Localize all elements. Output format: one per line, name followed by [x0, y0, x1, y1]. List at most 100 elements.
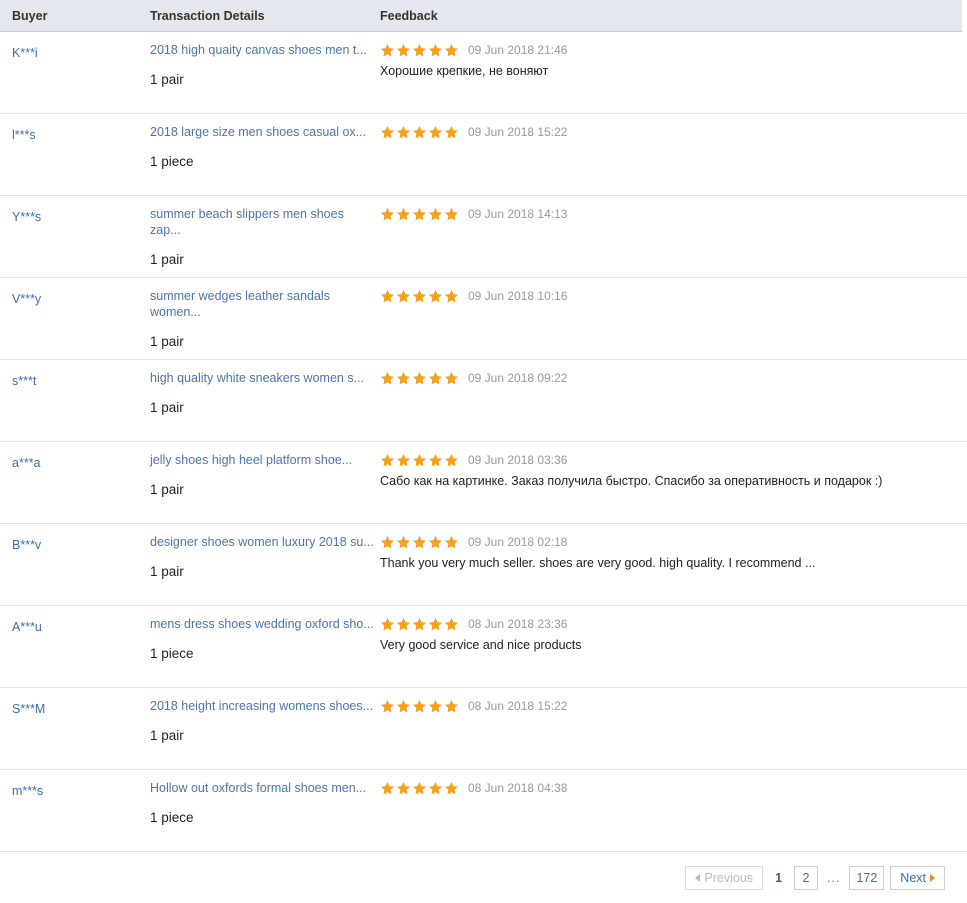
buyer-link[interactable]: V***y — [12, 292, 41, 306]
star-icon — [380, 617, 395, 630]
feedback-cell: 09 Jun 2018 03:36 Сабо как на картинке. З… — [375, 452, 967, 517]
star-icon — [412, 371, 427, 384]
buyer-link[interactable]: S***M — [12, 702, 45, 716]
transaction-details-cell: 2018 high quaity canvas shoes men t... 1 … — [145, 42, 375, 107]
product-title-link[interactable]: summer beach slippers men shoes zap... — [150, 206, 375, 238]
star-icon — [396, 699, 411, 712]
star-icon — [444, 453, 459, 466]
buyer-link[interactable]: B***v — [12, 538, 41, 552]
star-icon — [444, 535, 459, 548]
product-title-link[interactable]: jelly shoes high heel platform shoe... — [150, 452, 375, 468]
buyer-cell: Y***s — [0, 206, 145, 271]
buyer-link[interactable]: A***u — [12, 620, 42, 634]
buyer-link[interactable]: l***s — [12, 128, 36, 142]
feedback-date: 09 Jun 2018 21:46 — [468, 43, 568, 57]
star-icon — [428, 781, 443, 794]
feedback-cell: 08 Jun 2018 23:36 Very good service and n… — [375, 616, 967, 681]
quantity-label: 1 pair — [150, 400, 184, 415]
transaction-details-cell: summer wedges leather sandals women... 1 … — [145, 288, 375, 353]
table-header-row: Buyer Transaction Details Feedback — [0, 0, 962, 32]
table-row: m***s Hollow out oxfords formal shoes men… — [0, 770, 967, 852]
star-icon — [412, 207, 427, 220]
star-icon — [380, 781, 395, 794]
product-title-link[interactable]: mens dress shoes wedding oxford sho... — [150, 616, 375, 632]
star-icon — [428, 535, 443, 548]
star-rating — [380, 535, 459, 550]
page-number-2[interactable]: 2 — [794, 866, 819, 890]
buyer-link[interactable]: s***t — [12, 374, 36, 388]
star-icon — [444, 289, 459, 302]
previous-page-button[interactable]: Previous — [685, 866, 764, 890]
feedback-comment: Сабо как на картинке. Заказ получила быс… — [380, 474, 883, 488]
feedback-header: 08 Jun 2018 23:36 — [380, 616, 967, 632]
feedback-cell: 09 Jun 2018 02:18 Thank you very much sel… — [375, 534, 967, 599]
star-icon — [396, 207, 411, 220]
table-row: B***v designer shoes women luxury 2018 su… — [0, 524, 967, 606]
transaction-details-cell: high quality white sneakers women s... 1 … — [145, 370, 375, 435]
star-rating — [380, 453, 459, 468]
star-icon — [428, 207, 443, 220]
buyer-link[interactable]: a***a — [12, 456, 41, 470]
star-icon — [412, 289, 427, 302]
feedback-date: 08 Jun 2018 15:22 — [468, 699, 568, 713]
buyer-link[interactable]: K***i — [12, 46, 38, 60]
star-rating — [380, 781, 459, 796]
buyer-cell: a***a — [0, 452, 145, 517]
star-icon — [380, 125, 395, 138]
feedback-cell: 09 Jun 2018 10:16 — [375, 288, 967, 353]
feedback-comment: Хорошие крепкие, не воняют — [380, 64, 549, 78]
table-row: V***y summer wedges leather sandals women… — [0, 278, 967, 360]
product-title-link[interactable]: summer wedges leather sandals women... — [150, 288, 375, 320]
star-icon — [412, 453, 427, 466]
feedback-cell: 09 Jun 2018 21:46 Хорошие крепкие, не вон… — [375, 42, 967, 107]
product-title-link[interactable]: designer shoes women luxury 2018 su... — [150, 534, 375, 550]
star-icon — [396, 289, 411, 302]
star-icon — [396, 453, 411, 466]
star-icon — [444, 371, 459, 384]
pagination-ellipsis: ... — [827, 871, 841, 885]
transaction-details-cell: designer shoes women luxury 2018 su... 1 … — [145, 534, 375, 599]
product-title-link[interactable]: 2018 high quaity canvas shoes men t... — [150, 42, 375, 58]
table-row: K***i 2018 high quaity canvas shoes men t… — [0, 32, 967, 114]
star-icon — [428, 289, 443, 302]
table-row: a***a jelly shoes high heel platform shoe… — [0, 442, 967, 524]
product-title-link[interactable]: 2018 large size men shoes casual ox... — [150, 124, 375, 140]
table-row: Y***s summer beach slippers men shoes zap… — [0, 196, 967, 278]
page-number-last[interactable]: 172 — [849, 866, 885, 890]
star-icon — [396, 43, 411, 56]
next-page-button[interactable]: Next — [890, 866, 945, 890]
product-title-link[interactable]: Hollow out oxfords formal shoes men... — [150, 780, 375, 796]
star-icon — [412, 781, 427, 794]
transaction-details-cell: 2018 large size men shoes casual ox... 1 … — [145, 124, 375, 189]
star-icon — [380, 453, 395, 466]
table-row: l***s 2018 large size men shoes casual ox… — [0, 114, 967, 196]
buyer-cell: s***t — [0, 370, 145, 435]
feedback-comment: Very good service and nice products — [380, 638, 582, 652]
feedback-date: 09 Jun 2018 09:22 — [468, 371, 568, 385]
feedback-header: 09 Jun 2018 10:16 — [380, 288, 967, 304]
star-icon — [380, 289, 395, 302]
feedback-date: 09 Jun 2018 03:36 — [468, 453, 568, 467]
product-title-link[interactable]: 2018 height increasing womens shoes... — [150, 698, 375, 714]
star-icon — [412, 43, 427, 56]
product-title-link[interactable]: high quality white sneakers women s... — [150, 370, 375, 386]
star-icon — [444, 781, 459, 794]
buyer-cell: l***s — [0, 124, 145, 189]
feedback-rows: K***i 2018 high quaity canvas shoes men t… — [0, 32, 967, 852]
feedback-cell: 08 Jun 2018 04:38 — [375, 780, 967, 845]
transaction-details-cell: jelly shoes high heel platform shoe... 1 … — [145, 452, 375, 517]
star-icon — [444, 207, 459, 220]
buyer-link[interactable]: Y***s — [12, 210, 41, 224]
buyer-link[interactable]: m***s — [12, 784, 43, 798]
star-rating — [380, 699, 459, 714]
feedback-cell: 09 Jun 2018 14:13 — [375, 206, 967, 271]
feedback-date: 09 Jun 2018 10:16 — [468, 289, 568, 303]
star-rating — [380, 617, 459, 632]
star-icon — [428, 43, 443, 56]
star-icon — [428, 617, 443, 630]
buyer-cell: m***s — [0, 780, 145, 845]
feedback-header: 09 Jun 2018 02:18 — [380, 534, 967, 550]
page-number-1[interactable]: 1 — [769, 866, 788, 890]
buyer-cell: A***u — [0, 616, 145, 681]
quantity-label: 1 pair — [150, 72, 184, 87]
